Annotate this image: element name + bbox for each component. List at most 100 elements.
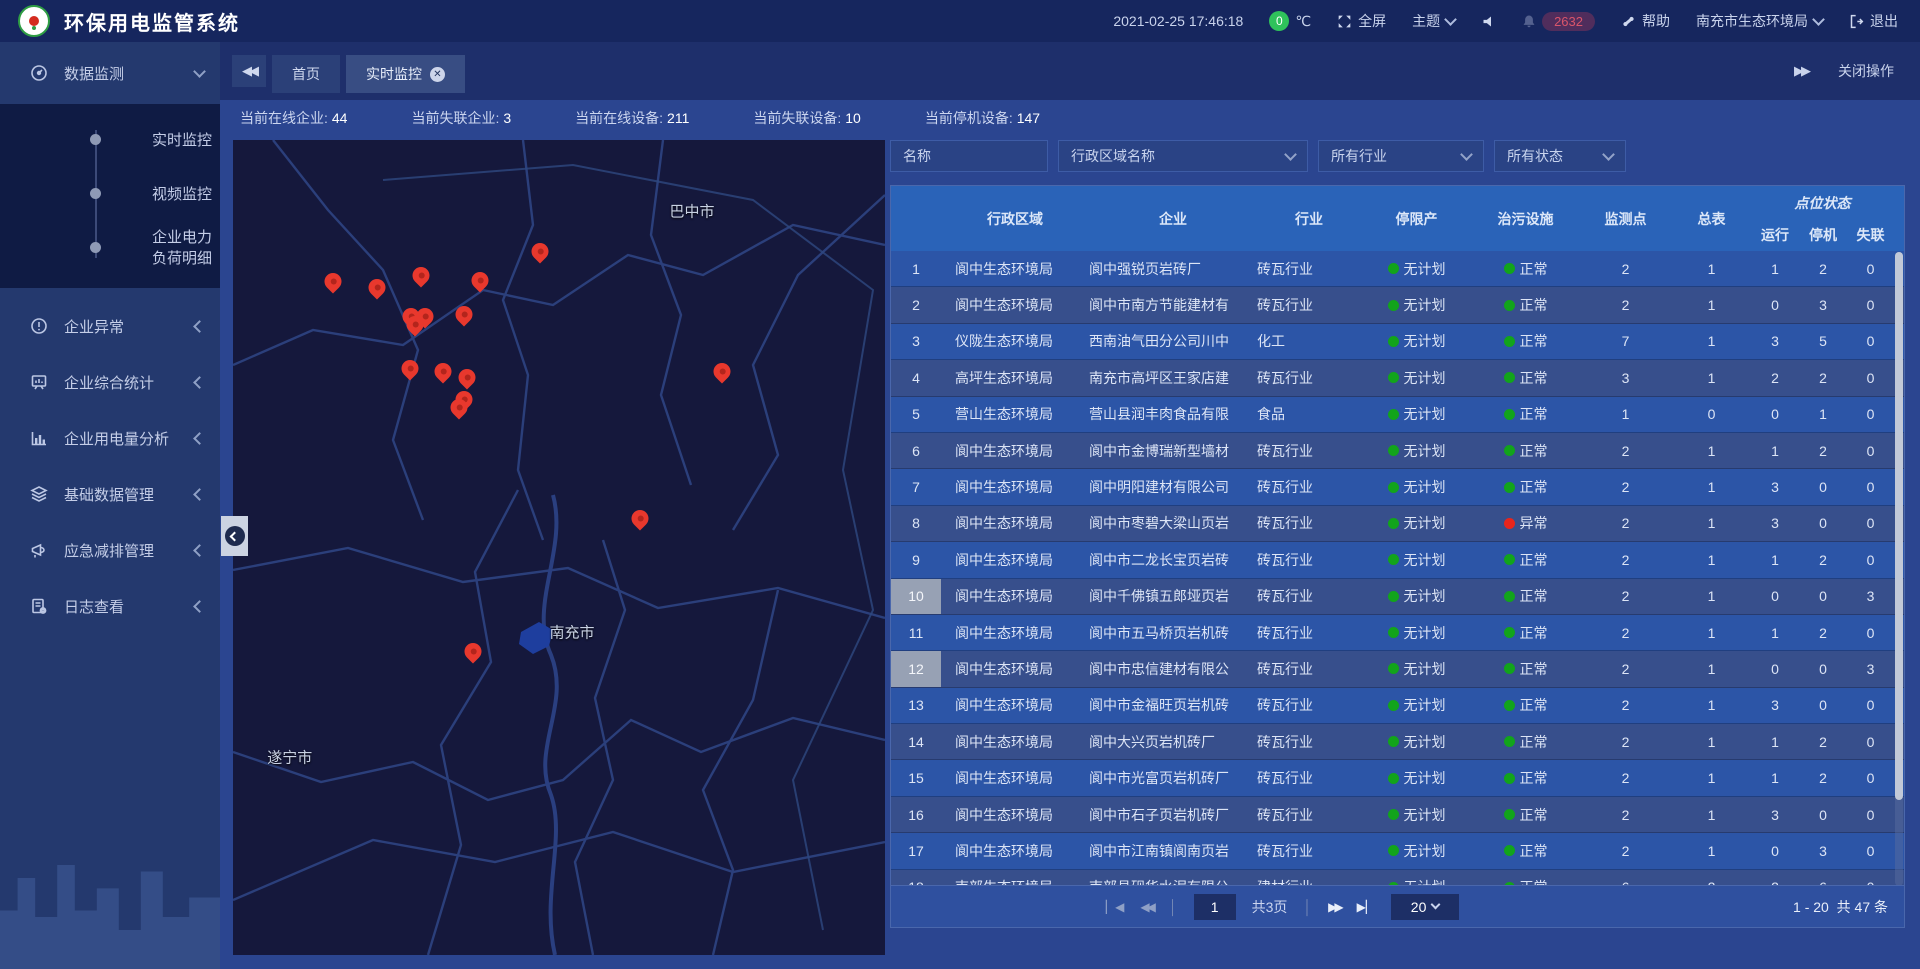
cell-region: 阆中生态环境局 <box>941 579 1089 614</box>
row-index: 10 <box>891 579 941 614</box>
page-size-select[interactable]: 20 <box>1391 894 1459 920</box>
map-pin[interactable] <box>455 366 479 390</box>
sidebar-item-power-analysis[interactable]: 企业用电量分析 <box>0 410 220 466</box>
org-dropdown[interactable]: 南充市生态环境局 <box>1696 11 1823 31</box>
table-row[interactable]: 14阆中生态环境局阆中大兴页岩机砖厂砖瓦行业无计划正常21120 <box>891 724 1904 760</box>
table-row[interactable]: 11阆中生态环境局阆中市五马桥页岩机砖砖瓦行业无计划正常21120 <box>891 615 1904 651</box>
table-row[interactable]: 2阆中生态环境局阆中市南方节能建材有砖瓦行业无计划正常21030 <box>891 287 1904 323</box>
status-dot-green <box>1504 554 1515 565</box>
tabs-scroll-right-button[interactable]: ▶▶ <box>1794 63 1808 79</box>
sidebar-item-base-data[interactable]: 基础数据管理 <box>0 466 220 522</box>
map-pin[interactable] <box>365 275 389 299</box>
map-pin[interactable] <box>321 269 345 293</box>
sidebar-collapse-toggle[interactable] <box>221 516 248 556</box>
tab-realtime-monitor[interactable]: 实时监控 ✕ <box>346 55 465 93</box>
table-row[interactable]: 6阆中生态环境局阆中市金博瑞新型墙材砖瓦行业无计划正常21120 <box>891 433 1904 469</box>
table-row[interactable]: 13阆中生态环境局阆中市金福旺页岩机砖砖瓦行业无计划正常21300 <box>891 688 1904 724</box>
column-industry: 行业 <box>1257 186 1361 251</box>
cell-company: 阆中市石子页岩机砖厂 <box>1089 797 1257 832</box>
fullscreen-icon <box>1337 14 1352 29</box>
status-dot-green <box>1388 263 1399 274</box>
tabs-scroll-left-button[interactable]: ◀◀ <box>232 55 266 87</box>
table-row[interactable]: 17阆中生态环境局阆中市江南镇阆南页岩砖瓦行业无计划正常21030 <box>891 833 1904 869</box>
table-row[interactable]: 8阆中生态环境局阆中市枣碧大梁山页岩砖瓦行业无计划异常21300 <box>891 506 1904 542</box>
map-pin[interactable] <box>409 264 433 288</box>
notification-widget[interactable]: 2632 <box>1522 12 1595 31</box>
stat-lost-devices: 当前失联设备:10 <box>753 108 860 128</box>
table-row[interactable]: 9阆中生态环境局阆中市二龙长宝页岩砖砖瓦行业无计划正常21120 <box>891 542 1904 578</box>
cell-meters: 1 <box>1672 542 1751 577</box>
map-pin[interactable] <box>628 507 652 531</box>
collapse-circle-icon <box>225 526 245 546</box>
help-button[interactable]: 帮助 <box>1621 11 1670 31</box>
table-row[interactable]: 7阆中生态环境局阆中明阳建材有限公司砖瓦行业无计划正常21300 <box>891 469 1904 505</box>
sound-button[interactable] <box>1481 14 1496 29</box>
map-pin[interactable] <box>461 639 485 663</box>
close-operations-button[interactable]: 关闭操作 <box>1838 61 1894 81</box>
cell-company: 阆中市枣碧大梁山页岩 <box>1089 506 1257 541</box>
table-row[interactable]: 12阆中生态环境局阆中市忠信建材有限公砖瓦行业无计划正常21003 <box>891 651 1904 687</box>
table-row[interactable]: 10阆中生态环境局阆中千佛镇五郎垭页岩砖瓦行业无计划正常21003 <box>891 579 1904 615</box>
cell-region: 阆中生态环境局 <box>941 797 1089 832</box>
chevron-down-icon <box>1812 13 1825 26</box>
row-index: 7 <box>891 469 941 504</box>
sidebar-item-realtime-monitor[interactable]: 实时监控 <box>0 112 220 166</box>
cell-lost: 0 <box>1847 469 1894 504</box>
fullscreen-button[interactable]: 全屏 <box>1337 11 1386 31</box>
cell-region: 阆中生态环境局 <box>941 651 1089 686</box>
table-row[interactable]: 4高坪生态环境局南充市高坪区王家店建砖瓦行业无计划正常31220 <box>891 360 1904 396</box>
sidebar-item-log-view[interactable]: 日志查看 <box>0 578 220 634</box>
table-header: 行政区域 企业 行业 停限产 治污设施 监测点 总表 点位状态 运行 停机 失联 <box>891 186 1904 251</box>
cell-points: 2 <box>1579 797 1672 832</box>
table-row[interactable]: 5营山生态环境局营山县润丰肉食品有限食品无计划正常10010 <box>891 397 1904 433</box>
chevron-down-icon <box>1284 148 1297 161</box>
table-row[interactable]: 15阆中生态环境局阆中市光富页岩机砖厂砖瓦行业无计划正常21120 <box>891 760 1904 796</box>
speaker-icon <box>1481 14 1496 29</box>
bar-chart-icon <box>30 429 48 447</box>
tab-close-icon[interactable]: ✕ <box>430 67 445 82</box>
cell-lost: 3 <box>1847 651 1894 686</box>
logout-button[interactable]: 退出 <box>1849 11 1898 31</box>
table-scrollbar[interactable] <box>1895 252 1903 886</box>
status-dot-green <box>1504 591 1515 602</box>
status-dot-green <box>1504 736 1515 747</box>
table-row[interactable]: 16阆中生态环境局阆中市石子页岩机砖厂砖瓦行业无计划正常21300 <box>891 797 1904 833</box>
row-index: 9 <box>891 542 941 577</box>
map-pin[interactable] <box>398 357 422 381</box>
map-pin[interactable] <box>710 359 734 383</box>
sidebar-item-data-monitoring[interactable]: 数据监测 <box>0 42 220 104</box>
map-pin[interactable] <box>468 269 492 293</box>
table-row[interactable]: 3仪陇生态环境局西南油气田分公司川中化工无计划正常71350 <box>891 324 1904 360</box>
cell-points: 2 <box>1579 542 1672 577</box>
scrollbar-thumb[interactable] <box>1895 252 1903 800</box>
page-number-input[interactable]: 1 <box>1194 894 1236 920</box>
sidebar-item-company-statistics[interactable]: 企业综合统计 <box>0 354 220 410</box>
theme-dropdown[interactable]: 主题 <box>1412 11 1455 31</box>
sidebar-item-video-monitor[interactable]: 视频监控 <box>0 166 220 220</box>
cell-limit: 无计划 <box>1361 579 1472 614</box>
table-row[interactable]: 1阆中生态环境局阆中强锐页岩砖厂砖瓦行业无计划正常21120 <box>891 251 1904 287</box>
filter-name-input[interactable] <box>890 140 1048 172</box>
filter-status-select[interactable]: 所有状态 <box>1494 140 1626 172</box>
cell-meters: 1 <box>1672 324 1751 359</box>
sidebar-item-emergency-reduction[interactable]: 应急减排管理 <box>0 522 220 578</box>
map-panel[interactable]: 巴中市南充市遂宁市 <box>233 140 885 955</box>
map-pin[interactable] <box>528 239 552 263</box>
map-pin[interactable] <box>431 359 455 383</box>
next-page-button[interactable]: ▶▶ <box>1328 900 1340 914</box>
sidebar-item-company-abnormal[interactable]: 企业异常 <box>0 298 220 354</box>
cell-limit: 无计划 <box>1361 469 1472 504</box>
map-pin[interactable] <box>452 303 476 327</box>
filter-industry-select[interactable]: 所有行业 <box>1318 140 1484 172</box>
last-page-button[interactable]: ▶▏ <box>1357 900 1375 914</box>
first-page-button[interactable]: ▏◀ <box>1106 900 1124 914</box>
cell-limit: 无计划 <box>1361 506 1472 541</box>
row-index: 3 <box>891 324 941 359</box>
cell-stop: 2 <box>1799 615 1847 650</box>
filter-region-select[interactable]: 行政区域名称 <box>1058 140 1308 172</box>
cell-run: 3 <box>1751 506 1799 541</box>
sidebar-item-power-load-detail[interactable]: 企业电力负荷明细 <box>0 220 220 274</box>
prev-page-button[interactable]: ◀◀ <box>1140 900 1152 914</box>
tab-home[interactable]: 首页 <box>272 55 340 93</box>
cell-facility: 正常 <box>1472 324 1579 359</box>
